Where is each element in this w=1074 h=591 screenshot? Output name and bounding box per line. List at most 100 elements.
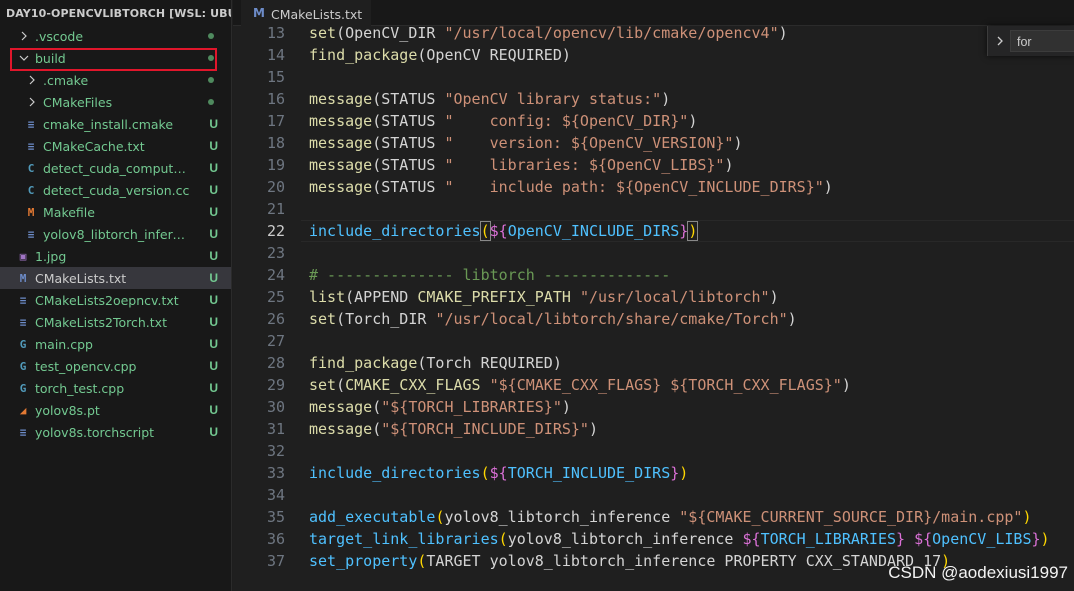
line-number: 15 xyxy=(266,68,285,86)
line-number: 24 xyxy=(266,266,285,284)
line-code: # -------------- libtorch -------------- xyxy=(309,266,671,284)
file-item[interactable]: Gtest_opencv.cpp U xyxy=(0,355,231,377)
line-code: set(OpenCV_DIR "/usr/local/opencv/lib/cm… xyxy=(309,26,788,42)
code-line[interactable]: 27 xyxy=(233,330,1074,352)
line-code: find_package(OpenCV REQUIRED) xyxy=(309,46,571,64)
cmake-file-icon: ≡ xyxy=(19,315,27,329)
code-line[interactable]: 18 message(STATUS " version: ${OpenCV_VER… xyxy=(233,132,1074,154)
file-item[interactable]: ◢ yolov8s.pt U xyxy=(0,399,231,421)
code-line[interactable]: 25 list(APPEND CMAKE_PREFIX_PATH "/usr/lo… xyxy=(233,286,1074,308)
folder-item[interactable]: build xyxy=(0,47,231,71)
code-line[interactable]: 36 target_link_libraries(yolov8_libtorch_… xyxy=(233,528,1074,550)
line-code: message("${TORCH_INCLUDE_DIRS}") xyxy=(309,420,598,438)
code-editor[interactable]: 13 set(OpenCV_DIR "/usr/local/opencv/lib/… xyxy=(233,26,1074,591)
file-item[interactable]: Cdetect_cuda_compute_ca... U xyxy=(0,157,231,179)
code-line[interactable]: 28 find_package(Torch REQUIRED) xyxy=(233,352,1074,374)
cmake-file-icon: ≡ xyxy=(27,117,35,131)
code-line[interactable]: 29 set(CMAKE_CXX_FLAGS "${CMAKE_CXX_FLAGS… xyxy=(233,374,1074,396)
code-line[interactable]: 33 include_directories(${TORCH_INCLUDE_DI… xyxy=(233,462,1074,484)
code-line[interactable]: 35 add_executable(yolov8_libtorch_inferen… xyxy=(233,506,1074,528)
file-item[interactable]: Gtorch_test.cpp U xyxy=(0,377,231,399)
git-status-badge: U xyxy=(209,249,218,263)
find-widget: for xyxy=(987,26,1074,56)
code-line[interactable]: 22 include_directories(${OpenCV_INCLUDE_D… xyxy=(233,220,1074,242)
line-number: 37 xyxy=(266,552,285,570)
git-status-badge: U xyxy=(209,337,218,351)
line-number: 26 xyxy=(266,310,285,328)
line-code: set_property(TARGET yolov8_libtorch_infe… xyxy=(309,552,951,570)
file-item[interactable]: ≡ cmake_install.cmake U xyxy=(0,113,231,135)
git-status-badge: U xyxy=(209,271,218,285)
file-icon: ≡ xyxy=(19,425,27,439)
tree-item-label: cmake_install.cmake xyxy=(43,117,174,132)
line-number: 14 xyxy=(266,46,285,64)
tree-item-label: CMakeLists2oepncv.txt xyxy=(35,293,179,308)
code-line[interactable]: 30 message("${TORCH_LIBRARIES}") xyxy=(233,396,1074,418)
tree-item-label: CMakeLists.txt xyxy=(35,271,127,286)
file-item[interactable]: Gmain.cpp U xyxy=(0,333,231,355)
git-status-badge: U xyxy=(209,315,218,329)
code-line[interactable]: 32 xyxy=(233,440,1074,462)
chevron-right-icon[interactable] xyxy=(19,31,29,41)
file-item[interactable]: ▣ 1.jpg U xyxy=(0,245,231,267)
chevron-right-icon[interactable] xyxy=(27,75,37,85)
git-status-badge: U xyxy=(209,205,218,219)
code-line[interactable]: 34 xyxy=(233,484,1074,506)
tab-cmakelists[interactable]: M CMakeLists.txt xyxy=(241,0,371,26)
find-input[interactable]: for xyxy=(1010,30,1074,52)
tree-item-label: CMakeLists2Torch.txt xyxy=(35,315,167,330)
line-number: 32 xyxy=(266,442,285,460)
tree-item-label: yolov8s.torchscript xyxy=(35,425,155,440)
line-number: 36 xyxy=(266,530,285,548)
code-line[interactable]: 24 # -------------- libtorch ------------… xyxy=(233,264,1074,286)
code-line[interactable]: 19 message(STATUS " libraries: ${OpenCV_L… xyxy=(233,154,1074,176)
git-status-badge: U xyxy=(209,161,218,175)
line-code: message(STATUS "OpenCV library status:") xyxy=(309,90,671,108)
tree-item-label: Makefile xyxy=(43,205,95,220)
file-item[interactable]: M CMakeLists.txt U xyxy=(0,267,231,289)
file-item[interactable]: ≡ yolov8s.torchscript U xyxy=(0,421,231,443)
folder-item[interactable]: CMakeFiles xyxy=(0,91,231,113)
code-line[interactable]: 31 message("${TORCH_INCLUDE_DIRS}") xyxy=(233,418,1074,440)
tree-item-label: .vscode xyxy=(35,29,84,44)
file-item[interactable]: ≡ CMakeLists2oepncv.txt U xyxy=(0,289,231,311)
line-number: 34 xyxy=(266,486,285,504)
tree-item-label: yolov8_libtorch_inference xyxy=(43,227,190,242)
code-line[interactable]: 20 message(STATUS " include path: ${OpenC… xyxy=(233,176,1074,198)
line-number: 27 xyxy=(266,332,285,350)
file-item[interactable]: ≡ CMakeCache.txt U xyxy=(0,135,231,157)
line-code: list(APPEND CMAKE_PREFIX_PATH "/usr/loca… xyxy=(309,288,779,306)
code-line[interactable]: 21 xyxy=(233,198,1074,220)
chevron-down-icon[interactable] xyxy=(19,53,29,63)
workspace-title: DAY10-OPENCVLIBTORCH [WSL: UBU... xyxy=(6,7,232,20)
chevron-right-icon[interactable] xyxy=(996,36,1004,46)
code-line[interactable]: 16 message(STATUS "OpenCV library status:… xyxy=(233,88,1074,110)
line-code: target_link_libraries(yolov8_libtorch_in… xyxy=(309,530,1050,548)
tree-item-label: main.cpp xyxy=(35,337,93,352)
tree-item-label: build xyxy=(35,51,66,66)
folder-item[interactable]: .cmake xyxy=(0,69,231,91)
code-line[interactable]: 26 set(Torch_DIR "/usr/local/libtorch/sha… xyxy=(233,308,1074,330)
line-code: message(STATUS " include path: ${OpenCV_… xyxy=(309,178,833,196)
cpp-file-icon: G xyxy=(19,337,27,351)
file-item[interactable]: M Makefile U xyxy=(0,201,231,223)
find-input-value: for xyxy=(1017,35,1032,49)
line-number: 35 xyxy=(266,508,285,526)
code-line[interactable]: 14 find_package(OpenCV REQUIRED) xyxy=(233,44,1074,66)
git-status-badge: U xyxy=(209,183,218,197)
code-line[interactable]: 13 set(OpenCV_DIR "/usr/local/opencv/lib/… xyxy=(233,26,1074,44)
chevron-right-icon[interactable] xyxy=(27,97,37,107)
code-line[interactable]: 23 xyxy=(233,242,1074,264)
file-item[interactable]: ≡ CMakeLists2Torch.txt U xyxy=(0,311,231,333)
git-status-badge: U xyxy=(209,139,218,153)
code-line[interactable]: 17 message(STATUS " config: ${OpenCV_DIR}… xyxy=(233,110,1074,132)
file-item[interactable]: ≡ yolov8_libtorch_inference U xyxy=(0,223,231,245)
makefile-icon: M xyxy=(27,205,35,219)
folder-item[interactable]: .vscode xyxy=(0,25,231,47)
tree-item-label: detect_cuda_compute_ca... xyxy=(43,161,190,176)
line-number: 23 xyxy=(266,244,285,262)
code-line[interactable]: 15 xyxy=(233,66,1074,88)
explorer-header[interactable]: DAY10-OPENCVLIBTORCH [WSL: UBU... xyxy=(0,0,232,26)
file-item[interactable]: Cdetect_cuda_version.cc U xyxy=(0,179,231,201)
tree-item-label: detect_cuda_version.cc xyxy=(43,183,190,198)
